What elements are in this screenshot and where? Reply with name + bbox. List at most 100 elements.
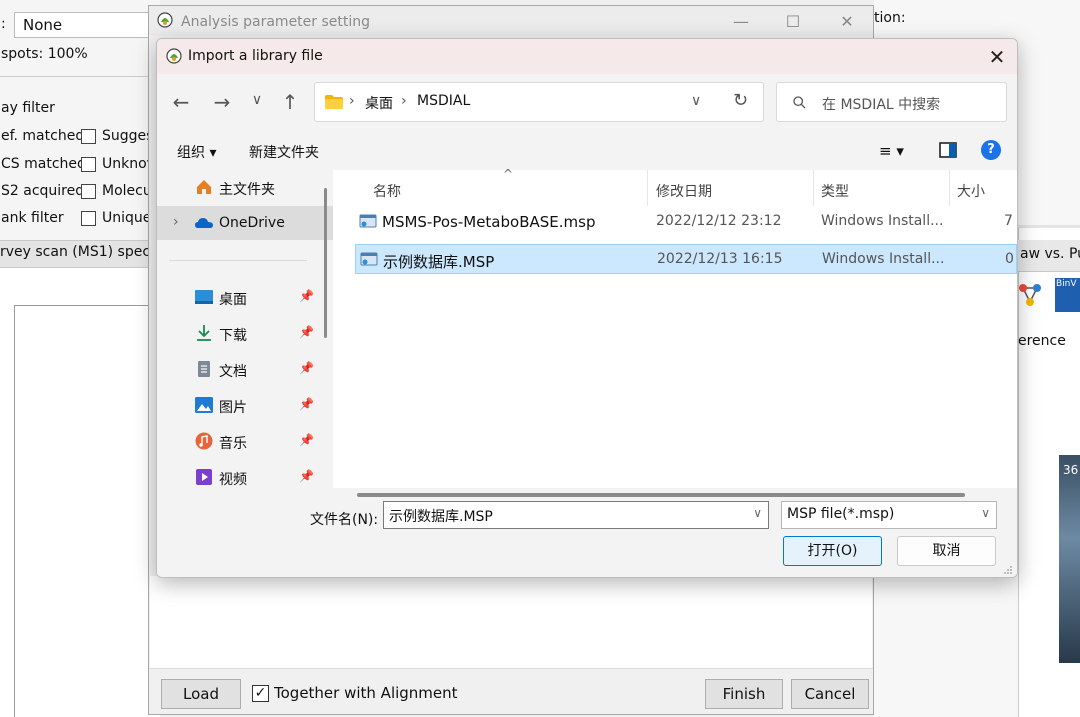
sidebar-item-documents[interactable]: 文档 📌 (157, 352, 333, 386)
maximize-button[interactable]: ☐ (773, 10, 813, 34)
file-modified: 2022/12/12 23:12 (656, 213, 782, 229)
dialog-cancel-button[interactable]: 取消 (897, 536, 996, 566)
msp-file-icon (360, 252, 378, 266)
column-separator[interactable] (813, 170, 814, 206)
sidebar-item-pictures[interactable]: 图片 📌 (157, 388, 333, 422)
combo-prefix: : (1, 16, 6, 32)
filter-ccs-matched: CS matched (1, 156, 86, 172)
pin-icon[interactable]: 📌 (299, 361, 314, 375)
spectrum-header: rvey scan (MS1) spectr (0, 240, 160, 268)
help-icon[interactable]: ? (981, 140, 1001, 160)
navigation-bar: ← → ∨ ↑ › 桌面 › MSDIAL ∨ ↻ 在 MSDIAL 中搜索 (157, 74, 1017, 130)
folder-icon (325, 95, 343, 109)
sidebar-item-desktop[interactable]: 桌面 📌 (157, 280, 333, 314)
filename-input[interactable]: 示例数据库.MSP ∨ (383, 501, 769, 529)
minimize-button[interactable]: — (721, 10, 761, 34)
back-arrow-icon[interactable]: ← (167, 90, 195, 114)
column-header-modified[interactable]: 修改日期 (656, 181, 712, 201)
sidebar-item-label: 文档 (219, 364, 247, 380)
view-menu-icon[interactable]: ≡ ▾ (879, 142, 904, 160)
new-folder-button[interactable]: 新建文件夹 (249, 142, 319, 162)
file-name: MSMS-Pos-MetaboBASE.msp (382, 213, 596, 231)
pin-icon[interactable]: 📌 (299, 469, 314, 483)
filter-ref-matched-checkbox[interactable] (81, 129, 96, 144)
sidebar-item-home[interactable]: 主文件夹 (157, 170, 333, 204)
cancel-button[interactable]: Cancel (791, 679, 869, 709)
network-icon[interactable] (1018, 280, 1042, 310)
spots-text: spots: 100% (1, 46, 88, 62)
address-bar[interactable]: › 桌面 › MSDIAL ∨ ↻ (314, 82, 764, 122)
video-icon (196, 469, 212, 485)
aps-title: Analysis parameter setting (181, 14, 371, 30)
resize-grip-icon[interactable] (1003, 565, 1013, 575)
breadcrumb-desktop[interactable]: 桌面 (365, 93, 393, 113)
address-dropdown-chevron-icon[interactable]: ∨ (691, 93, 701, 109)
recent-locations-chevron-icon[interactable]: ∨ (243, 92, 271, 108)
aps-close-button[interactable]: ✕ (827, 10, 867, 34)
column-header-type[interactable]: 类型 (821, 181, 849, 201)
sidebar-item-label: 桌面 (219, 292, 247, 308)
file-modified: 2022/12/13 16:15 (657, 251, 783, 267)
app-logo-icon (157, 12, 173, 28)
sort-ascending-icon: ^ (503, 167, 514, 181)
pin-icon[interactable]: 📌 (299, 289, 314, 303)
expand-chevron-icon[interactable]: › (173, 214, 179, 230)
search-placeholder: 在 MSDIAL 中搜索 (822, 97, 941, 113)
file-size: 0 (1005, 251, 1014, 267)
filetype-select[interactable]: MSP file(*.msp) ∨ (781, 501, 997, 529)
chevron-down-icon[interactable]: ∨ (753, 506, 762, 520)
preview-pane-icon[interactable] (939, 142, 957, 158)
document-icon (198, 361, 210, 377)
column-separator[interactable] (647, 170, 648, 206)
breadcrumb-msdial[interactable]: MSDIAL (417, 93, 470, 109)
table-row[interactable]: MSMS-Pos-MetaboBASE.msp 2022/12/12 23:12… (355, 207, 1017, 237)
filter-ccs-checkbox[interactable] (81, 157, 96, 172)
sidebar-item-label: 图片 (219, 400, 247, 416)
load-button[interactable]: Load (161, 679, 241, 709)
picture-icon (195, 397, 213, 413)
column-header-size[interactable]: 大小 (957, 181, 985, 201)
forward-arrow-icon[interactable]: → (208, 90, 236, 114)
finish-button[interactable]: Finish (705, 679, 783, 709)
organize-button[interactable]: 组织 ▾ (177, 142, 216, 162)
filter-unknown: Unknov (102, 156, 155, 172)
filename-label: 文件名(N): (310, 512, 379, 528)
pin-icon[interactable]: 📌 (299, 397, 314, 411)
open-button[interactable]: 打开(O) (783, 536, 882, 566)
pin-icon[interactable]: 📌 (299, 325, 314, 339)
sidebar-item-label: 下载 (219, 328, 247, 344)
sidebar-item-onedrive[interactable]: › OneDrive (157, 206, 333, 240)
dialog-close-button[interactable]: ✕ (977, 42, 1017, 72)
sidebar-item-music[interactable]: 音乐 📌 (157, 424, 333, 458)
right-label: tion: (874, 10, 906, 26)
divider (0, 76, 160, 77)
breadcrumb-separator: › (349, 93, 355, 109)
filter-title: ay filter (1, 100, 55, 116)
filter-blank-checkbox[interactable] (81, 211, 96, 226)
search-icon (793, 96, 806, 109)
table-row-selected[interactable]: 示例数据库.MSP 2022/12/13 16:15 Windows Insta… (355, 244, 1017, 274)
filter-unique: Unique (102, 210, 152, 226)
pin-icon[interactable]: 📌 (299, 433, 314, 447)
sidebar-item-label: 主文件夹 (219, 182, 275, 198)
search-box[interactable]: 在 MSDIAL 中搜索 (776, 82, 1007, 122)
chevron-down-icon[interactable]: ∨ (981, 506, 990, 520)
filter-ms2-checkbox[interactable] (81, 184, 96, 199)
sidebar-divider (169, 260, 307, 261)
annotation-combo[interactable]: None (14, 12, 150, 38)
sidebar-item-downloads[interactable]: 下载 📌 (157, 316, 333, 350)
sidebar-scrollbar[interactable] (324, 188, 327, 338)
column-header-name[interactable]: 名称 (373, 181, 401, 201)
column-separator[interactable] (949, 170, 950, 206)
filter-suggested: Sugges (102, 128, 154, 144)
binvestigate-icon[interactable]: BinV (1055, 278, 1080, 312)
import-library-dialog: Import a library file ✕ ← → ∨ ↑ › 桌面 › M… (156, 38, 1018, 578)
app-logo-icon (166, 48, 182, 64)
refresh-icon[interactable]: ↻ (733, 90, 748, 111)
together-alignment-checkbox[interactable]: ✓ (252, 685, 269, 702)
raw-vs-purified-tab[interactable]: aw vs. Pur (1018, 240, 1080, 272)
scrollbar-thumb[interactable] (357, 493, 965, 497)
sidebar-item-label: 视频 (219, 472, 247, 488)
sidebar-item-label: 音乐 (219, 436, 247, 452)
up-arrow-icon[interactable]: ↑ (276, 90, 304, 114)
